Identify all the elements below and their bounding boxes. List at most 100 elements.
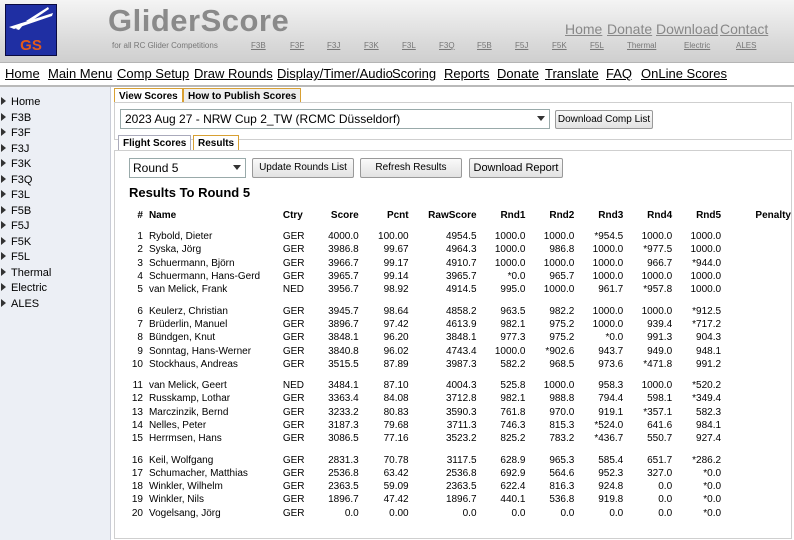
- category-link[interactable]: F3L: [402, 41, 416, 50]
- sidebar-item-f5b[interactable]: F5B: [0, 205, 31, 220]
- table-row: 4 Schuermann, Hans-Gerd GER 3965.7 99.14 3965…: [125, 270, 791, 283]
- column-header: Pcnt: [386, 210, 409, 221]
- category-link[interactable]: F3B: [251, 41, 266, 50]
- table-cell: GER: [282, 244, 305, 256]
- category-link[interactable]: F3F: [290, 41, 304, 50]
- sidebar-item-f3f[interactable]: F3F: [0, 127, 31, 142]
- menu-donate[interactable]: Donate: [497, 66, 539, 81]
- gliderscore-logo[interactable]: GS: [5, 4, 57, 56]
- menu-comp-setup[interactable]: Comp Setup: [117, 66, 189, 81]
- sidebar-item-f3l[interactable]: F3L: [0, 189, 30, 204]
- category-link[interactable]: F3J: [327, 41, 340, 50]
- menu-draw-rounds[interactable]: Draw Rounds: [194, 66, 273, 81]
- table-cell: 9: [137, 345, 143, 357]
- table-cell: 1000.0: [641, 305, 673, 317]
- table-cell: [721, 230, 791, 243]
- table-cell: 919.8: [598, 494, 624, 506]
- menu-reports[interactable]: Reports: [444, 66, 490, 81]
- menu-scoring[interactable]: Scoring: [392, 66, 436, 81]
- category-link[interactable]: F5K: [552, 41, 567, 50]
- category-link[interactable]: F3Q: [439, 41, 455, 50]
- table-cell: 4613.9: [445, 318, 477, 330]
- category-link[interactable]: F5J: [515, 41, 528, 50]
- table-cell: 3840.8: [328, 345, 359, 357]
- results-table: # Name Ctry Score Pcnt RawScore Rnd1 Rnd…: [125, 210, 791, 520]
- sidebar-item-thermal[interactable]: Thermal: [0, 267, 51, 282]
- table-cell: 3363.4: [328, 393, 359, 405]
- update-rounds-list-button[interactable]: Update Rounds List: [252, 158, 354, 178]
- download-report-button[interactable]: Download Report: [469, 158, 563, 178]
- sidebar-item-f5l[interactable]: F5L: [0, 251, 30, 266]
- menu-main-menu[interactable]: Main Menu: [48, 66, 112, 81]
- table-cell: GER: [282, 467, 305, 479]
- expand-arrow-icon: [1, 97, 6, 105]
- sidebar-item-ales[interactable]: ALES: [0, 298, 39, 313]
- table-cell: 4004.3: [445, 380, 477, 392]
- results-title: Results To Round 5: [129, 185, 251, 200]
- table-cell: 3965.7: [328, 271, 359, 283]
- table-cell: 746.3: [500, 420, 526, 431]
- top-link-home[interactable]: Home: [565, 21, 602, 37]
- sidebar-item-f3b[interactable]: F3B: [0, 112, 31, 127]
- menu-display-timer-audio[interactable]: Display/Timer/Audio: [277, 66, 393, 81]
- table-cell: GER: [282, 231, 305, 243]
- table-cell: [721, 257, 791, 270]
- table-cell: 3086.5: [328, 433, 359, 445]
- column-header: Rnd1: [500, 210, 526, 221]
- competition-select[interactable]: 2023 Aug 27 - NRW Cup 2_TW (RCMC Düsseld…: [120, 109, 550, 129]
- sidebar-item-f3k[interactable]: F3K: [0, 158, 31, 173]
- table-cell: 966.7: [647, 257, 673, 269]
- table-cell: Nelles, Peter: [148, 420, 207, 431]
- table-cell: GER: [282, 433, 305, 445]
- table-cell: [721, 243, 791, 256]
- top-link-contact[interactable]: Contact: [720, 21, 768, 37]
- top-link-donate[interactable]: Donate: [607, 21, 652, 37]
- sidebar-item-f3q[interactable]: F3Q: [0, 174, 32, 189]
- table-cell: 2363.5: [445, 481, 477, 493]
- table-cell: 63.42: [383, 467, 409, 479]
- sidebar-item-home[interactable]: Home: [0, 96, 40, 111]
- table-cell: 98.64: [383, 305, 409, 317]
- table-cell: 99.67: [383, 244, 409, 256]
- table-cell: Stockhaus, Andreas: [148, 358, 238, 370]
- table-cell: 3: [137, 257, 143, 269]
- table-cell: 1000.0: [494, 244, 526, 256]
- category-link[interactable]: Electric: [684, 41, 710, 50]
- menu-home[interactable]: Home: [5, 66, 40, 81]
- menu-translate[interactable]: Translate: [545, 66, 599, 81]
- top-link-download[interactable]: Download: [656, 21, 718, 37]
- sidebar-item-electric[interactable]: Electric: [0, 282, 47, 297]
- sidebar-item-f3j[interactable]: F3J: [0, 143, 29, 158]
- table-row: 20 Vogelsang, Jörg GER 0.0 0.00 0.0 0.0 0.0 0.0 0…: [125, 507, 791, 520]
- category-link[interactable]: F3K: [364, 41, 379, 50]
- refresh-results-button[interactable]: Refresh Results: [360, 158, 462, 178]
- download-comp-list-button[interactable]: Download Comp List: [555, 110, 653, 129]
- category-link[interactable]: Thermal: [627, 41, 656, 50]
- table-cell: 919.1: [598, 406, 624, 418]
- table-cell: 550.7: [647, 433, 673, 445]
- table-cell: van Melick, Frank: [148, 284, 228, 296]
- sidebar-item-f5k[interactable]: F5K: [0, 236, 31, 251]
- round-select[interactable]: Round 5: [129, 158, 246, 178]
- table-cell: [721, 406, 791, 419]
- table-row: 5 van Melick, Frank NED 3956.7 98.92 4914.5 99…: [125, 283, 791, 296]
- table-cell: 5: [137, 284, 143, 296]
- table-cell: *286.2: [692, 454, 722, 466]
- table-cell: 948.1: [696, 345, 722, 357]
- table-cell: 96.20: [383, 332, 409, 344]
- category-link[interactable]: F5B: [477, 41, 492, 50]
- category-link[interactable]: F5L: [590, 41, 604, 50]
- table-cell: *0.0: [703, 481, 722, 493]
- table-cell: 3965.7: [445, 271, 477, 283]
- table-cell: van Melick, Geert: [148, 380, 227, 392]
- table-cell: 2: [137, 244, 143, 256]
- table-cell: 1000.0: [543, 231, 575, 243]
- menu-online-scores[interactable]: OnLine Scores: [641, 66, 727, 81]
- menu-faq[interactable]: FAQ: [606, 66, 632, 81]
- sidebar-item-f5j[interactable]: F5J: [0, 220, 29, 235]
- category-link[interactable]: ALES: [736, 41, 756, 50]
- table-cell: GER: [282, 345, 305, 357]
- table-cell: GER: [282, 271, 305, 283]
- table-cell: 70.78: [383, 454, 409, 466]
- table-cell: 939.4: [647, 318, 673, 330]
